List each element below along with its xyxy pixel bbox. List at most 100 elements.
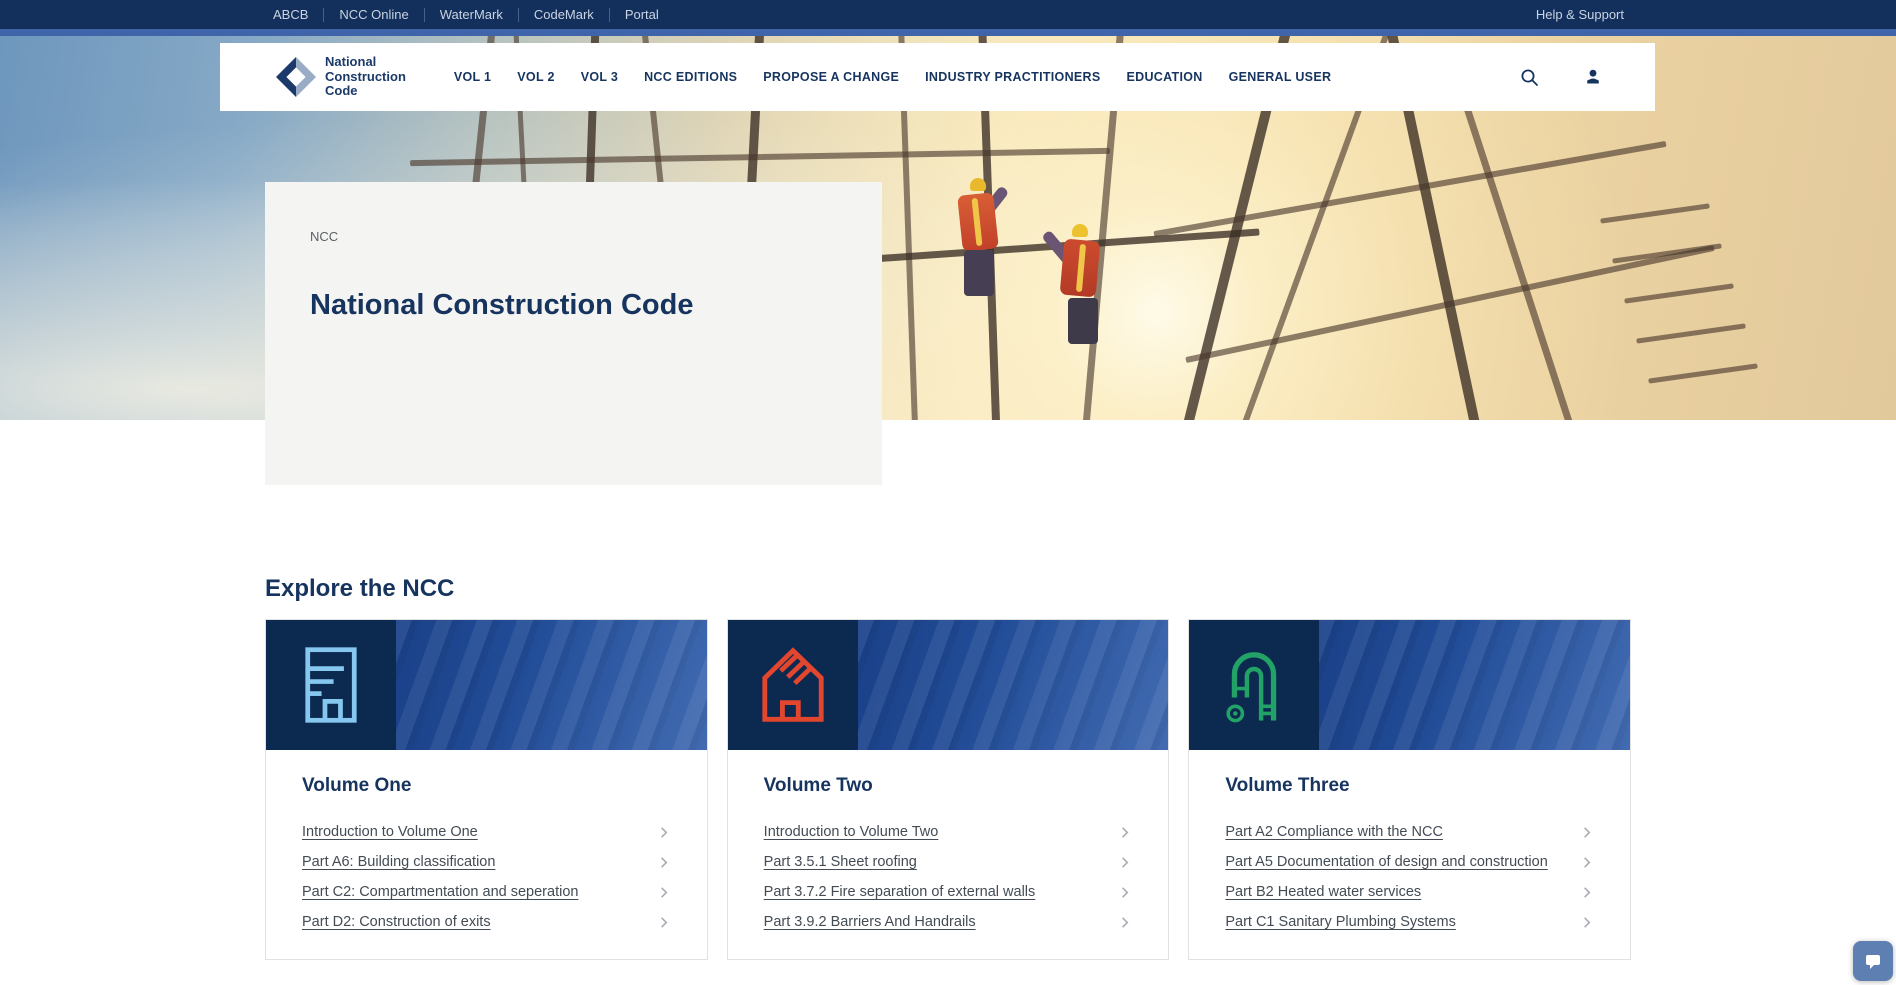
chevron-right-icon [656,915,671,930]
chevron-right-icon [1117,855,1132,870]
utility-links: ABCB NCC Online WaterMark CodeMark Porta… [273,7,674,22]
volume-one-card: Volume One Introduction to Volume One Pa… [265,619,708,960]
nav-item-propose-a-change[interactable]: PROPOSE A CHANGE [763,70,899,84]
house-icon [728,620,858,750]
card-banner [266,620,707,750]
search-icon[interactable] [1517,65,1541,89]
card-body: Volume Three Part A2 Compliance with the… [1189,750,1630,959]
banner-stripes [396,620,707,750]
page: ABCB NCC Online WaterMark CodeMark Porta… [0,0,1896,985]
nav-icons [1517,65,1605,89]
card-title: Volume Three [1225,775,1594,797]
hero-card: NCC National Construction Code [265,182,882,485]
link-label: Part C2: Compartmentation and seperation [302,884,578,900]
utility-link-codemark[interactable]: CodeMark [519,7,609,22]
utility-bar: ABCB NCC Online WaterMark CodeMark Porta… [0,0,1896,29]
link-label: Part 3.9.2 Barriers And Handrails [764,914,976,930]
link-label: Part C1 Sanitary Plumbing Systems [1225,914,1455,930]
chevron-right-icon [656,855,671,870]
volume-cards: Volume One Introduction to Volume One Pa… [265,619,1631,960]
ladder-rung [1624,283,1734,303]
nav-item-general-user[interactable]: GENERAL USER [1229,70,1332,84]
ladder-rung [1648,363,1758,383]
page-title: National Construction Code [310,289,882,322]
volume-two-card: Volume Two Introduction to Volume Two Pa… [727,619,1170,960]
link-label: Part A2 Compliance with the NCC [1225,824,1443,840]
utility-link-abcb[interactable]: ABCB [273,7,323,22]
link-part-a2[interactable]: Part A2 Compliance with the NCC [1225,817,1594,847]
link-part-c2[interactable]: Part C2: Compartmentation and seperation [302,877,671,907]
logo-line: Construction [325,70,406,85]
utility-link-portal[interactable]: Portal [610,7,674,22]
chevron-right-icon [1579,915,1594,930]
link-part-b2[interactable]: Part B2 Heated water services [1225,877,1594,907]
link-part-a6[interactable]: Part A6: Building classification [302,847,671,877]
explore-heading: Explore the NCC [265,575,1631,603]
link-label: Part B2 Heated water services [1225,884,1421,900]
construction-worker [952,178,1022,378]
chevron-right-icon [1117,915,1132,930]
nav-item-vol3[interactable]: VOL 3 [581,70,618,84]
utility-link-watermark[interactable]: WaterMark [425,7,518,22]
nav-item-education[interactable]: EDUCATION [1127,70,1203,84]
link-introduction-volume-two[interactable]: Introduction to Volume Two [764,817,1133,847]
nav-item-industry-practitioners[interactable]: INDUSTRY PRACTITIONERS [925,70,1100,84]
hero: National Construction Code VOL 1 VOL 2 V… [0,36,1896,420]
card-title: Volume One [302,775,671,797]
link-part-a5[interactable]: Part A5 Documentation of design and cons… [1225,847,1594,877]
logo-text: National Construction Code [325,55,406,100]
link-label: Part A6: Building classification [302,854,495,870]
explore-section: Explore the NCC [265,575,1631,960]
chevron-right-icon [1579,825,1594,840]
chevron-right-icon [656,825,671,840]
card-banner [728,620,1169,750]
chevron-right-icon [1579,885,1594,900]
utility-link-ncc-online[interactable]: NCC Online [324,7,423,22]
ncc-diamond-logo-icon [276,57,316,97]
link-label: Part D2: Construction of exits [302,914,491,930]
chat-bubble-icon [1862,950,1884,972]
link-part-351[interactable]: Part 3.5.1 Sheet roofing [764,847,1133,877]
worker-helmet [970,178,986,191]
link-part-d2[interactable]: Part D2: Construction of exits [302,907,671,937]
ladder-rung [1600,203,1710,223]
scaffold-bar [1185,245,1714,363]
worker-helmet [1072,224,1088,237]
ncc-logo[interactable]: National Construction Code [276,55,406,100]
main-navbar: National Construction Code VOL 1 VOL 2 V… [220,43,1655,111]
link-label: Part 3.5.1 Sheet roofing [764,854,917,870]
accent-line [0,29,1896,36]
chevron-right-icon [1117,825,1132,840]
chevron-right-icon [1579,855,1594,870]
construction-worker [1048,224,1124,420]
card-banner [1189,620,1630,750]
link-part-392[interactable]: Part 3.9.2 Barriers And Handrails [764,907,1133,937]
link-label: Introduction to Volume One [302,824,478,840]
link-label: Introduction to Volume Two [764,824,939,840]
link-part-c1[interactable]: Part C1 Sanitary Plumbing Systems [1225,907,1594,937]
nav-item-ncc-editions[interactable]: NCC EDITIONS [644,70,737,84]
user-icon[interactable] [1581,65,1605,89]
card-title: Volume Two [764,775,1133,797]
nav-item-vol1[interactable]: VOL 1 [454,70,491,84]
ladder-rung [1636,323,1746,343]
worker-legs [964,250,994,296]
help-support-link[interactable]: Help & Support [1536,7,1624,22]
chevron-right-icon [1117,885,1132,900]
link-introduction-volume-one[interactable]: Introduction to Volume One [302,817,671,847]
help-support: Help & Support [1536,7,1624,22]
breadcrumb[interactable]: NCC [310,229,338,244]
link-label: Part 3.7.2 Fire separation of external w… [764,884,1036,900]
chat-widget-button[interactable] [1853,941,1893,981]
nav-menu: VOL 1 VOL 2 VOL 3 NCC EDITIONS PROPOSE A… [454,70,1331,84]
nav-item-vol2[interactable]: VOL 2 [517,70,554,84]
scaffold-bar [1153,141,1666,237]
card-body: Volume Two Introduction to Volume Two Pa… [728,750,1169,959]
worker-legs [1068,298,1098,344]
plumbing-icon [1189,620,1319,750]
banner-stripes [1319,620,1630,750]
logo-line: Code [325,84,406,99]
logo-line: National [325,55,406,70]
card-body: Volume One Introduction to Volume One Pa… [266,750,707,959]
link-part-372[interactable]: Part 3.7.2 Fire separation of external w… [764,877,1133,907]
